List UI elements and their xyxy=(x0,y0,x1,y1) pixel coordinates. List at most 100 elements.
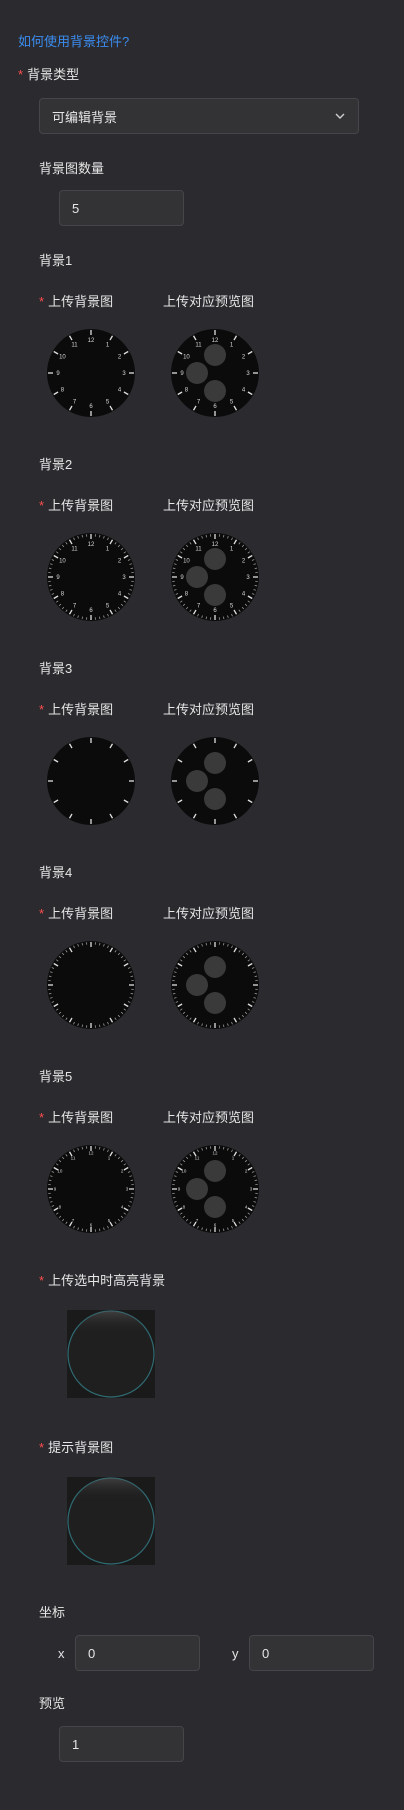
subdial xyxy=(204,788,226,810)
hint-background-label: * 提示背景图 xyxy=(39,1437,113,1456)
dial-face xyxy=(171,737,259,825)
highlight-background-image[interactable] xyxy=(67,1310,155,1398)
upload-background-label: * 上传背景图 xyxy=(39,495,113,514)
background-section-title: 背景2 xyxy=(39,457,73,472)
upload-background-label: * 上传背景图 xyxy=(39,291,113,310)
y-coordinate-value: 0 xyxy=(262,1645,270,1661)
preview-image-upload[interactable]: 12 1 2 3 4 5 6 7 8 9 10 11 xyxy=(170,328,260,418)
dial-number: 12 xyxy=(88,1151,94,1156)
background-image-upload[interactable]: 12 1 2 3 4 5 6 7 8 9 10 11 xyxy=(46,532,136,622)
preview-label: 预览 xyxy=(39,1696,66,1711)
dial-face xyxy=(171,1145,259,1233)
background-section-title: 背景4 xyxy=(39,865,73,880)
required-mark: * xyxy=(39,1110,45,1125)
subdial xyxy=(204,344,226,366)
dial-number: 10 xyxy=(183,355,190,361)
x-coordinate-value: 0 xyxy=(88,1645,96,1661)
background-type-value: 可编辑背景 xyxy=(52,109,118,125)
hint-background-image[interactable] xyxy=(67,1477,155,1565)
x-label: x xyxy=(58,1646,65,1661)
dial-number: 10 xyxy=(57,1169,63,1174)
required-mark: * xyxy=(18,67,24,82)
dial-face xyxy=(47,941,135,1029)
subdial xyxy=(204,956,226,978)
background-section-title: 背景3 xyxy=(39,661,73,676)
subdial xyxy=(204,1160,226,1182)
hint-background-label-text: 提示背景图 xyxy=(48,1440,114,1455)
background-type-label-text: 背景类型 xyxy=(27,67,80,82)
background-image-upload[interactable]: 12 1 2 3 4 5 6 7 8 9 10 11 xyxy=(46,328,136,418)
subdial xyxy=(186,1178,208,1200)
dial-number: 12 xyxy=(212,1151,218,1156)
upload-background-label: * 上传背景图 xyxy=(39,699,113,718)
dial-number: 12 xyxy=(88,542,95,548)
background-type-select[interactable]: 可编辑背景 xyxy=(39,98,359,134)
chevron-down-icon xyxy=(335,113,345,119)
subdial xyxy=(186,362,208,384)
preview-image-upload[interactable] xyxy=(170,736,260,826)
upload-preview-label: 上传对应预览图 xyxy=(163,294,255,309)
required-mark: * xyxy=(39,1440,45,1455)
dial-face xyxy=(47,1145,135,1233)
upload-preview-label: 上传对应预览图 xyxy=(163,1110,255,1125)
background-count-input[interactable]: 5 xyxy=(59,190,184,226)
subdial xyxy=(186,770,208,792)
background-section-title: 背景5 xyxy=(39,1069,73,1084)
dial-number: 11 xyxy=(195,547,202,553)
subdial xyxy=(204,548,226,570)
dial-number: 10 xyxy=(183,559,190,565)
upload-background-label-text: 上传背景图 xyxy=(48,906,114,921)
subdial xyxy=(186,566,208,588)
preview-image-upload[interactable]: 12 1 2 3 4 5 6 7 8 9 10 11 xyxy=(170,1144,260,1234)
background-image-upload[interactable] xyxy=(46,736,136,826)
required-mark: * xyxy=(39,906,45,921)
preview-image-upload[interactable] xyxy=(170,940,260,1030)
preview-input[interactable]: 1 xyxy=(59,1726,184,1762)
required-mark: * xyxy=(39,702,45,717)
required-mark: * xyxy=(39,294,45,309)
preview-image-upload[interactable]: 12 1 2 3 4 5 6 7 8 9 10 11 xyxy=(170,532,260,622)
upload-preview-label: 上传对应预览图 xyxy=(163,906,255,921)
subdial xyxy=(204,992,226,1014)
dial-number: 12 xyxy=(88,338,95,344)
coordinates-label: 坐标 xyxy=(39,1605,66,1620)
upload-background-label-text: 上传背景图 xyxy=(48,702,114,717)
upload-background-label-text: 上传背景图 xyxy=(48,1110,114,1125)
hint-circle-graphic xyxy=(67,1477,155,1565)
dial-number: 10 xyxy=(181,1169,187,1174)
dial-number: 10 xyxy=(59,355,66,361)
x-coordinate-input[interactable]: 0 xyxy=(75,1635,200,1671)
dial-number: 11 xyxy=(195,1155,200,1160)
preview-value: 1 xyxy=(72,1736,80,1752)
subdial xyxy=(204,584,226,606)
highlight-background-label-text: 上传选中时高亮背景 xyxy=(48,1273,166,1288)
dial-face xyxy=(47,737,135,825)
highlight-circle-graphic xyxy=(67,1310,155,1398)
subdial xyxy=(186,974,208,996)
upload-background-label-text: 上传背景图 xyxy=(48,294,114,309)
required-mark: * xyxy=(39,1273,45,1288)
upload-background-label: * 上传背景图 xyxy=(39,903,113,922)
dial-face xyxy=(171,941,259,1029)
dial-number: 10 xyxy=(59,559,66,565)
background-image-upload[interactable] xyxy=(46,940,136,1030)
upload-background-label-text: 上传背景图 xyxy=(48,498,114,513)
dial-number: 11 xyxy=(71,547,78,553)
dial-number: 11 xyxy=(71,1155,76,1160)
subdial xyxy=(204,380,226,402)
upload-preview-label: 上传对应预览图 xyxy=(163,702,255,717)
background-count-label: 背景图数量 xyxy=(39,161,105,176)
help-link[interactable]: 如何使用背景控件? xyxy=(18,31,129,50)
dial-number: 12 xyxy=(212,542,219,548)
y-coordinate-input[interactable]: 0 xyxy=(249,1635,374,1671)
upload-preview-label: 上传对应预览图 xyxy=(163,498,255,513)
required-mark: * xyxy=(39,498,45,513)
background-type-label: * 背景类型 xyxy=(18,64,79,83)
y-label: y xyxy=(232,1646,239,1661)
subdial xyxy=(204,1196,226,1218)
subdial xyxy=(204,752,226,774)
upload-background-label: * 上传背景图 xyxy=(39,1107,113,1126)
dial-number: 11 xyxy=(195,343,202,349)
background-image-upload[interactable]: 12 1 2 3 4 5 6 7 8 9 10 11 xyxy=(46,1144,136,1234)
background-count-value: 5 xyxy=(72,200,80,216)
